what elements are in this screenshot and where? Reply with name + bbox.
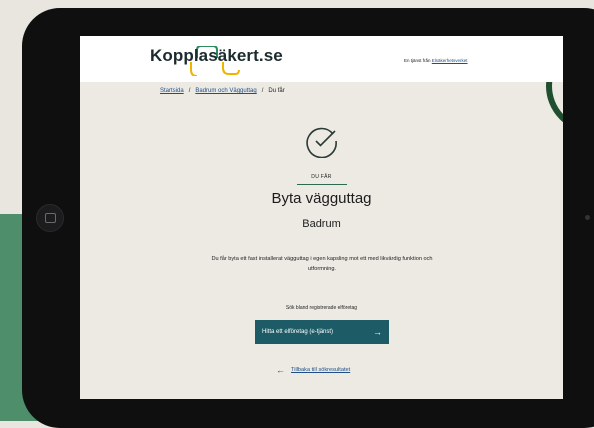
- camera-dot: [585, 215, 590, 220]
- search-label: Sök bland registrerade elföretag: [285, 305, 358, 311]
- back-to-results-label: Tillbaka till sökresultatet: [291, 367, 351, 373]
- result-description: Du får byta ett fast installerat väggutt…: [211, 256, 433, 272]
- site-logo[interactable]: Kopplasäkert.se: [150, 46, 283, 66]
- page-subtitle: Badrum: [302, 218, 341, 230]
- arrow-right-icon: →: [373, 327, 382, 337]
- find-electrician-label: Hitta ett elföretag (e-tjänst): [262, 329, 334, 335]
- tagline-link[interactable]: Elsäkerhetsverket: [432, 58, 468, 63]
- eyebrow-divider: [297, 184, 347, 185]
- tablet-screen: Kopplasäkert.se En tjänst från Elsäkerhe…: [80, 36, 563, 399]
- arrow-left-icon: ←: [276, 365, 285, 375]
- check-circle-icon: [306, 127, 337, 158]
- page-title: Byta vägguttag: [271, 190, 372, 207]
- breadcrumb-home[interactable]: Startsida: [160, 88, 184, 94]
- result-eyebrow: DU FÅR: [311, 174, 332, 180]
- breadcrumb-separator: /: [188, 88, 191, 94]
- home-button-icon[interactable]: [36, 204, 64, 232]
- breadcrumb-category[interactable]: Badrum och Vägguttag: [195, 88, 256, 94]
- tagline-prefix: En tjänst från: [404, 58, 431, 63]
- breadcrumb: Startsida / Badrum och Vägguttag / Du får: [160, 88, 285, 94]
- header-tagline: En tjänst från Elsäkerhetsverket: [404, 58, 468, 63]
- find-electrician-button[interactable]: Hitta ett elföretag (e-tjänst) →: [255, 320, 389, 344]
- breadcrumb-separator: /: [261, 88, 264, 94]
- site-header: Kopplasäkert.se En tjänst från Elsäkerhe…: [80, 36, 563, 82]
- breadcrumb-current: Du får: [268, 88, 285, 94]
- back-to-results-link[interactable]: ← Tillbaka till sökresultatet: [276, 365, 350, 375]
